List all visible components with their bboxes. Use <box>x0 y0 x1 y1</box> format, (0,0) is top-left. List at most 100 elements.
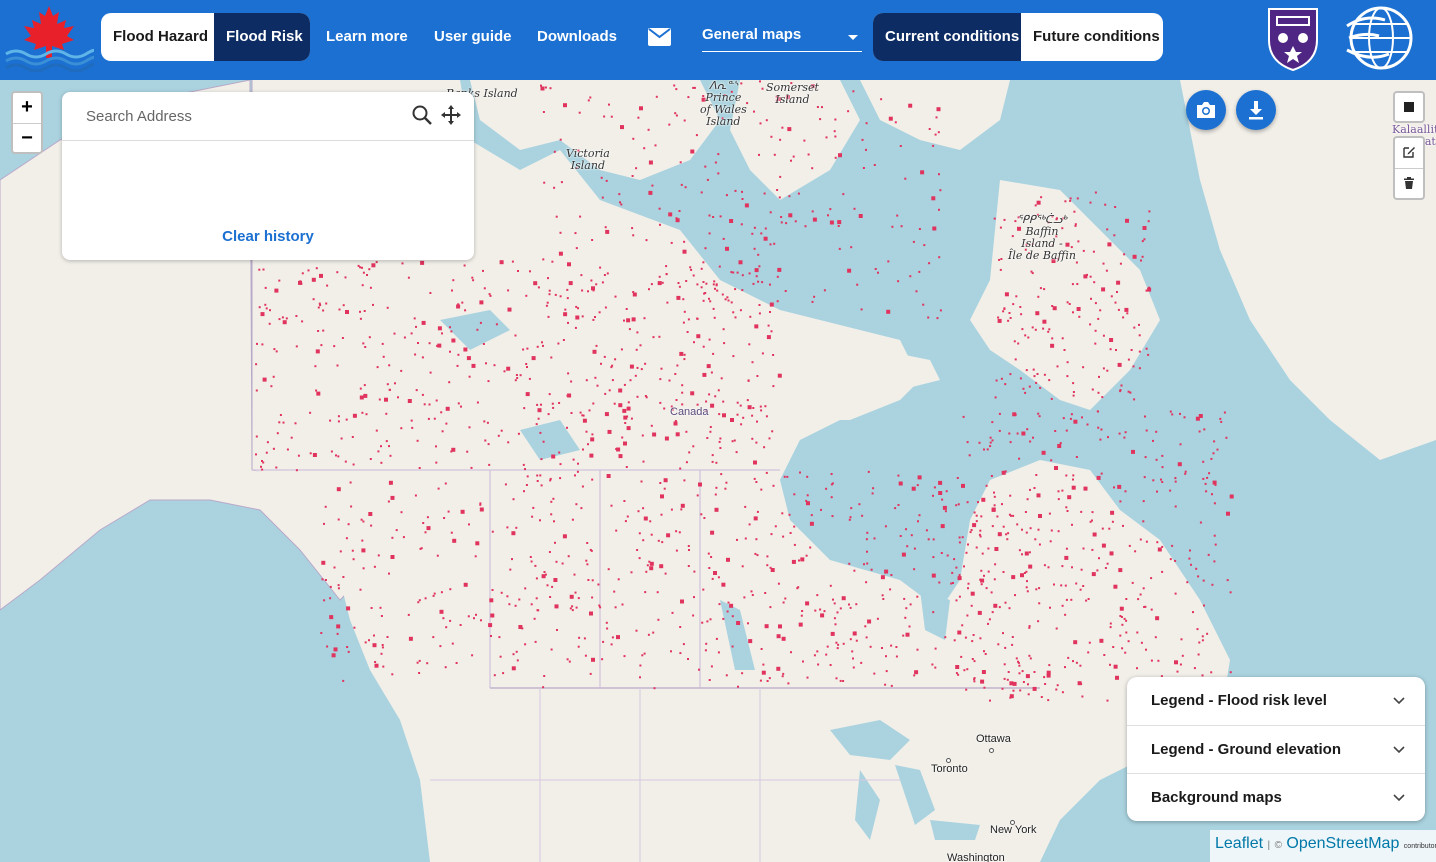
flood-risk-cell <box>905 632 910 637</box>
flood-risk-cell <box>610 643 613 646</box>
flood-risk-cell <box>1097 426 1100 429</box>
flood-risk-cell <box>741 672 744 675</box>
tab-flood-risk[interactable]: Flood Risk <box>214 13 310 61</box>
flood-risk-cell <box>693 341 695 344</box>
tab-future-conditions[interactable]: Future conditions <box>1021 13 1163 61</box>
flood-risk-cell <box>755 481 758 483</box>
flood-risk-cell <box>701 621 704 624</box>
flood-risk-cell <box>1073 419 1078 424</box>
flood-risk-cell <box>990 591 993 594</box>
flood-risk-cell <box>312 453 317 457</box>
flood-risk-cell <box>1142 500 1145 503</box>
flood-risk-cell <box>805 601 810 606</box>
flood-risk-cell <box>936 107 941 112</box>
flood-risk-cell <box>961 536 964 539</box>
flood-risk-cell <box>1115 675 1119 680</box>
user-guide-link[interactable]: User guide <box>434 28 512 45</box>
search-icon[interactable] <box>411 104 433 126</box>
flood-risk-cell <box>751 437 754 440</box>
flood-risk-cell <box>1193 667 1196 670</box>
flood-risk-cell <box>916 648 919 651</box>
legend-flood-risk-level[interactable]: Legend - Flood risk level <box>1127 677 1425 725</box>
flood-risk-cell <box>850 507 853 510</box>
flood-risk-cell <box>432 594 435 597</box>
openstreetmap-link[interactable]: OpenStreetMap <box>1286 835 1399 852</box>
flood-risk-cell <box>776 300 779 303</box>
flood-risk-cell <box>590 437 595 442</box>
flood-risk-cell <box>688 549 690 551</box>
downloads-link[interactable]: Downloads <box>537 28 617 45</box>
flood-risk-cell <box>577 462 579 465</box>
flood-risk-cell <box>570 380 573 383</box>
flood-risk-cell <box>1090 297 1092 300</box>
flood-risk-cell <box>940 524 945 529</box>
zoom-out-button[interactable]: − <box>13 123 41 153</box>
flood-risk-cell <box>337 415 340 418</box>
search-address-input[interactable] <box>72 98 402 134</box>
flood-risk-cell <box>1086 423 1089 426</box>
flood-risk-cell <box>734 316 737 319</box>
download-button[interactable] <box>1236 90 1276 130</box>
flood-risk-cell <box>575 503 578 506</box>
flood-risk-cell <box>700 286 703 289</box>
move-arrows-icon[interactable] <box>439 103 463 127</box>
flood-risk-cell <box>739 404 742 407</box>
flood-risk-cell <box>766 335 771 340</box>
flood-risk-cell <box>834 135 837 138</box>
zoom-in-button[interactable]: + <box>13 93 41 123</box>
edit-layers-button[interactable] <box>1395 138 1423 168</box>
flood-risk-cell <box>680 599 684 604</box>
flood-risk-cell <box>294 422 297 425</box>
flood-risk-cell <box>1113 486 1115 489</box>
flood-risk-cell <box>460 509 465 514</box>
flood-risk-cell <box>850 246 853 249</box>
flood-risk-cell <box>675 399 678 401</box>
flood-risk-cell <box>1026 580 1028 583</box>
leaflet-link[interactable]: Leaflet <box>1215 835 1263 852</box>
flood-risk-cell <box>359 317 362 320</box>
learn-more-link[interactable]: Learn more <box>326 28 408 45</box>
flood-risk-cell <box>1205 490 1208 493</box>
draw-rectangle-button[interactable] <box>1393 91 1425 123</box>
flood-risk-cell <box>567 393 572 398</box>
flood-risk-cell <box>659 401 662 404</box>
flood-risk-cell <box>1028 564 1033 569</box>
flood-risk-cell <box>278 318 281 321</box>
flood-risk-cell <box>436 344 439 347</box>
flood-risk-cell <box>488 293 491 296</box>
flood-risk-cell <box>731 440 734 443</box>
background-maps[interactable]: Background maps <box>1127 773 1425 821</box>
flood-risk-cell <box>564 308 567 311</box>
flood-risk-cell <box>585 430 588 433</box>
flood-risk-cell <box>317 306 320 309</box>
flood-risk-cell <box>853 569 856 572</box>
mail-icon[interactable] <box>648 28 671 46</box>
globe-logo[interactable] <box>1345 4 1415 72</box>
flood-risk-cell <box>1079 588 1082 591</box>
clear-history-button[interactable]: Clear history <box>62 228 474 245</box>
flood-risk-cell <box>1169 410 1172 413</box>
tab-current-conditions[interactable]: Current conditions <box>873 13 1021 61</box>
legend-ground-elevation[interactable]: Legend - Ground elevation <box>1127 725 1425 773</box>
delete-layers-button[interactable] <box>1395 168 1423 198</box>
flood-risk-cell <box>1072 394 1075 397</box>
flood-risk-cell <box>488 623 493 628</box>
flood-risk-cell <box>548 393 551 396</box>
flood-risk-cell <box>789 532 792 534</box>
flood-risk-cell <box>703 292 706 295</box>
maple-leaf-waves-logo[interactable] <box>4 6 94 72</box>
flood-risk-cell <box>606 272 609 275</box>
flood-risk-cell <box>591 579 594 582</box>
map-type-select[interactable]: General maps <box>702 26 862 52</box>
flood-risk-cell <box>958 595 961 598</box>
flood-risk-cell <box>761 281 764 284</box>
camera-button[interactable] <box>1186 90 1226 130</box>
flood-risk-cell <box>561 562 564 565</box>
university-shield-logo[interactable] <box>1266 6 1320 72</box>
flood-risk-cell <box>957 630 962 635</box>
flood-risk-cell <box>569 594 574 599</box>
flood-risk-cell <box>342 679 345 682</box>
tab-flood-hazard[interactable]: Flood Hazard <box>101 13 214 61</box>
flood-risk-cell <box>1046 670 1051 675</box>
flood-risk-cell <box>993 603 998 608</box>
